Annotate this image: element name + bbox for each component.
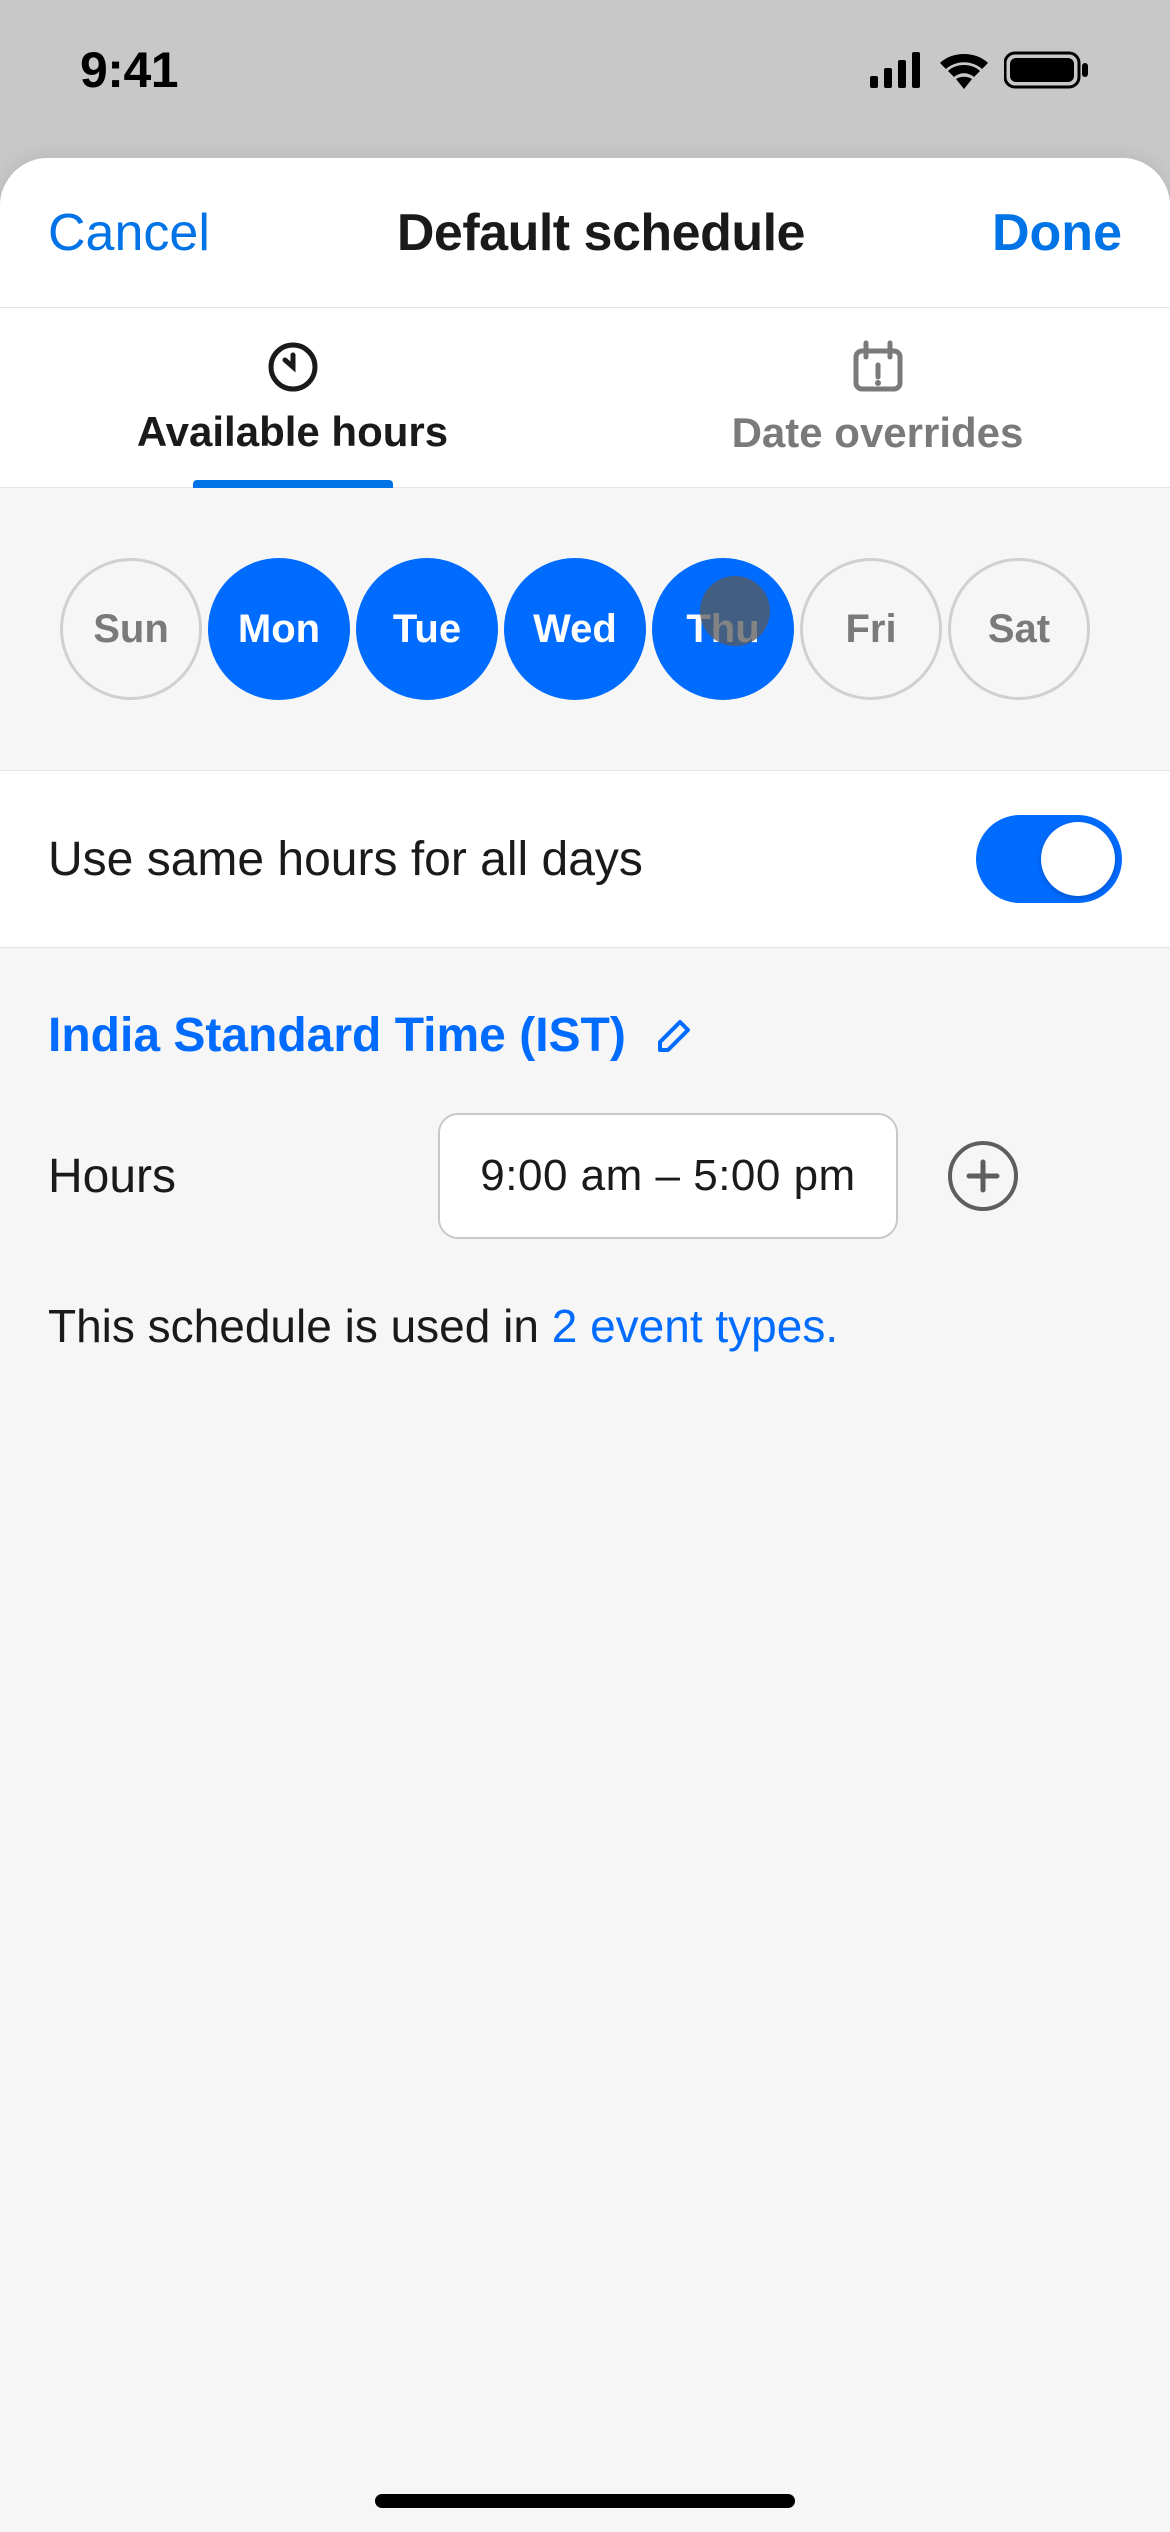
tab-underline <box>193 480 393 488</box>
status-icons <box>870 50 1090 90</box>
day-chip-thu[interactable]: Thu <box>652 558 794 700</box>
status-bar: 9:41 <box>0 0 1170 140</box>
done-button[interactable]: Done <box>992 193 1122 273</box>
usage-text: This schedule is used in 2 event types. <box>48 1299 1122 1353</box>
end-time: 5:00 pm <box>693 1151 855 1200</box>
home-indicator <box>375 2494 795 2508</box>
time-separator: – <box>656 1151 681 1200</box>
cellular-signal-icon <box>870 52 924 88</box>
cancel-button[interactable]: Cancel <box>48 193 210 273</box>
hours-section: India Standard Time (IST) Hours 9:00 am … <box>0 948 1170 1353</box>
start-time: 9:00 am <box>480 1151 642 1200</box>
same-hours-row: Use same hours for all days <box>0 771 1170 948</box>
day-chip-mon[interactable]: Mon <box>208 558 350 700</box>
same-hours-toggle[interactable] <box>976 815 1122 903</box>
tab-date-overrides-label: Date overrides <box>732 409 1024 457</box>
event-types-link[interactable]: 2 event types. <box>552 1300 838 1352</box>
day-chip-tue[interactable]: Tue <box>356 558 498 700</box>
clock-icon <box>266 340 320 394</box>
day-chip-fri[interactable]: Fri <box>800 558 942 700</box>
timezone-button[interactable]: India Standard Time (IST) <box>48 1008 626 1063</box>
page-title: Default schedule <box>397 203 805 263</box>
tab-date-overrides[interactable]: Date overrides <box>585 308 1170 487</box>
days-row: Sun Mon Tue Wed Thu Fri Sat <box>60 558 1110 700</box>
day-chip-wed[interactable]: Wed <box>504 558 646 700</box>
hours-label: Hours <box>48 1149 388 1204</box>
wifi-icon <box>938 51 990 89</box>
tab-available-hours-label: Available hours <box>137 408 448 456</box>
usage-prefix: This schedule is used in <box>48 1300 552 1352</box>
battery-icon <box>1004 50 1090 90</box>
tab-available-hours[interactable]: Available hours <box>0 308 585 487</box>
tab-bar: Available hours Date overrides <box>0 308 1170 488</box>
pencil-icon[interactable] <box>652 1014 696 1058</box>
time-range-field[interactable]: 9:00 am – 5:00 pm <box>438 1113 898 1239</box>
plus-icon <box>963 1156 1003 1196</box>
sheet-header: Cancel Default schedule Done <box>0 158 1170 308</box>
day-chip-sun[interactable]: Sun <box>60 558 202 700</box>
day-chip-sat[interactable]: Sat <box>948 558 1090 700</box>
hours-row: Hours 9:00 am – 5:00 pm <box>48 1113 1122 1239</box>
calendar-icon <box>850 339 906 395</box>
timezone-row: India Standard Time (IST) <box>48 1008 1122 1063</box>
same-hours-label: Use same hours for all days <box>48 832 643 887</box>
toggle-knob <box>1041 822 1115 896</box>
status-time: 9:41 <box>80 41 178 99</box>
modal-sheet: Cancel Default schedule Done Available h… <box>0 158 1170 2532</box>
days-section: Sun Mon Tue Wed Thu Fri Sat <box>0 488 1170 771</box>
add-time-range-button[interactable] <box>948 1141 1018 1211</box>
